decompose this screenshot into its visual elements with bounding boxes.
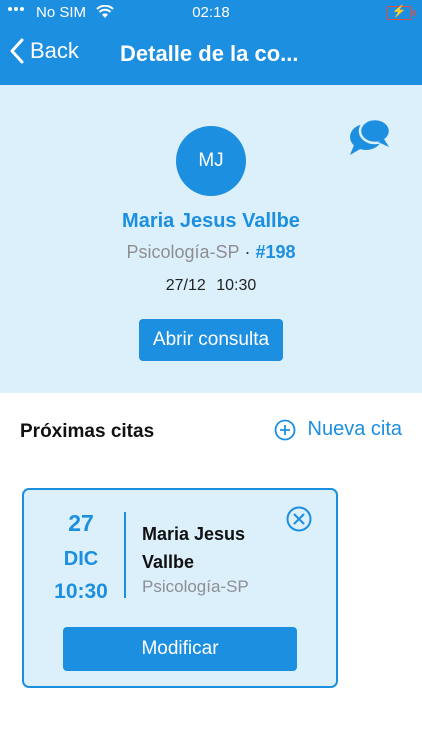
new-appointment-button[interactable]: Nueva cita [274, 418, 403, 441]
top-bar: No SIM 02:18 ⚡ Back Detalle de la co... [0, 0, 422, 85]
appointment-card: 27 DIC 10:30 Maria Jesus Vallbe Psicolog… [22, 488, 338, 688]
modify-button[interactable]: Modificar [63, 627, 297, 671]
navigation-bar: Back Detalle de la co... [0, 28, 422, 82]
new-appointment-label: Nueva cita [307, 418, 403, 440]
appointment-time: 10:30 [54, 580, 108, 603]
specialty-label: Psicología-SP [126, 242, 240, 262]
avatar: MJ [176, 126, 246, 196]
open-consultation-button[interactable]: Abrir consulta [139, 319, 283, 361]
appointment-month: DIC [63, 548, 99, 570]
consultation-header: MJ Maria Jesus Vallbe Psicología-SP · #198… [0, 85, 422, 393]
appointment-day: 27 [68, 510, 94, 536]
specialty-row: Psicología-SP · #198 [0, 242, 422, 263]
appointment-specialty: Psicología-SP [142, 577, 249, 596]
patient-name: Maria Jesus Vallbe [122, 210, 300, 232]
status-time: 02:18 [192, 4, 230, 21]
cancel-appointment-icon[interactable] [286, 506, 312, 537]
datetime-row: 27/12 10:30 [0, 277, 422, 295]
consultation-time: 10:30 [216, 277, 257, 294]
plus-circle-icon [274, 419, 295, 440]
consultation-number: #198 [255, 242, 296, 262]
back-button[interactable]: Back [10, 38, 79, 64]
consultation-date: 27/12 [165, 277, 206, 294]
back-label: Back [30, 38, 79, 63]
upcoming-title: Próximas citas [20, 421, 155, 442]
divider [124, 512, 126, 598]
appointment-patient-name: Maria Jesus Vallbe [142, 524, 246, 572]
page-title: Detalle de la co... [120, 41, 299, 66]
separator-dot: · [244, 242, 251, 262]
battery-charging-icon: ⚡ [386, 4, 415, 20]
chevron-left-icon [10, 38, 24, 64]
status-bar: No SIM 02:18 ⚡ [0, 0, 422, 26]
chat-icon[interactable] [348, 115, 392, 164]
